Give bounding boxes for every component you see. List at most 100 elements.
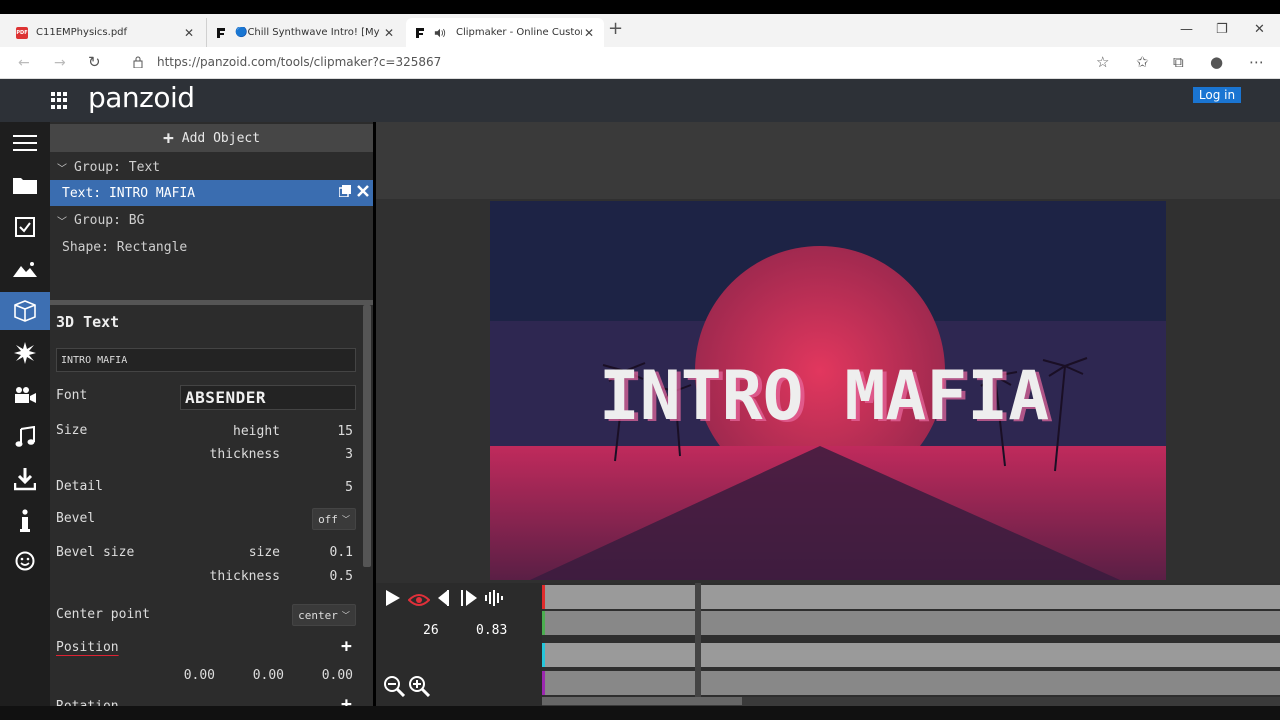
bevel-select[interactable]: off ﹀ [312, 508, 356, 530]
tree-item-shape[interactable]: Shape: Rectangle [50, 234, 373, 260]
checkbox-icon[interactable] [0, 208, 50, 246]
browser-tab-clipmaker[interactable]: Clipmaker - Online Custom ✕ [406, 18, 604, 47]
3d-cube-icon[interactable] [0, 292, 50, 330]
browser-tab-strip: PDF C11EMPhysics.pdf ✕ 🔵Chill Synthwave … [0, 14, 1280, 47]
restore-icon[interactable]: ❐ [1216, 22, 1228, 37]
duplicate-icon[interactable] [338, 185, 351, 201]
bevel-thickness-value[interactable]: 0.5 [303, 569, 353, 584]
track-color-marker [542, 643, 545, 667]
chevron-down-icon[interactable]: ﹀ [50, 213, 74, 228]
forward-icon[interactable]: → [54, 55, 66, 71]
collections-icon[interactable]: ⧉ [1173, 53, 1184, 71]
tree-group-text[interactable]: ﹀ Group: Text [50, 154, 373, 180]
panzoid-icon [215, 27, 227, 39]
minimize-icon[interactable]: — [1180, 22, 1193, 37]
detail-label: Detail [56, 479, 103, 494]
frame-counter[interactable]: 26 [423, 623, 439, 638]
panzoid-logo[interactable]: panzoid [88, 81, 195, 114]
time-counter[interactable]: 0.83 [476, 623, 507, 638]
height-label: height [233, 424, 280, 439]
bevel-thickness-label: thickness [209, 569, 280, 584]
thickness-label: thickness [209, 447, 280, 462]
tree-label: Text: INTRO MAFIA [62, 185, 196, 201]
timeline-track[interactable] [542, 585, 1280, 609]
preview-canvas[interactable]: INTRO MAFIA INTRO MAFIA [490, 201, 1166, 580]
close-tab-icon[interactable]: ✕ [382, 26, 396, 40]
preview-title-text: INTRO MAFIA [599, 357, 1049, 436]
tree-group-bg[interactable]: ﹀ Group: BG [50, 207, 373, 233]
profile-icon[interactable]: ● [1210, 53, 1223, 71]
center-point-select[interactable]: center ﹀ [292, 604, 356, 626]
tree-item-text[interactable]: Text: INTRO MAFIA [50, 180, 373, 206]
bevel-size-sub-label: size [248, 545, 280, 560]
menu-icon[interactable] [0, 124, 50, 162]
new-tab-icon[interactable]: + [608, 18, 623, 39]
zoom-out-icon[interactable] [383, 675, 406, 702]
font-selector[interactable]: ABSENDER [180, 385, 356, 410]
image-icon[interactable] [0, 250, 50, 288]
position-x-value[interactable]: 0.00 [170, 668, 215, 683]
play-icon[interactable] [385, 589, 401, 612]
apps-grid-icon[interactable] [51, 92, 68, 109]
position-z-value[interactable]: 0.00 [308, 668, 353, 683]
tool-sidebar [0, 122, 50, 720]
browser-tab-pdf[interactable]: PDF C11EMPhysics.pdf ✕ [8, 18, 204, 47]
timeline-track[interactable] [542, 671, 1280, 695]
properties-scroll-thumb[interactable] [363, 305, 371, 567]
music-note-icon[interactable] [0, 418, 50, 456]
chevron-down-icon[interactable]: ﹀ [50, 160, 74, 175]
bevel-size-label: Bevel size [56, 545, 135, 560]
step-forward-icon[interactable] [460, 589, 478, 612]
close-tab-icon[interactable]: ✕ [182, 26, 196, 40]
step-back-icon[interactable] [437, 589, 449, 612]
timeline-track[interactable] [542, 643, 1280, 667]
camera-icon[interactable] [0, 376, 50, 414]
zoom-in-icon[interactable] [408, 675, 431, 702]
plus-icon: + [162, 127, 174, 149]
favorites-icon[interactable]: ✩ [1136, 53, 1149, 71]
back-icon[interactable]: ← [18, 55, 30, 71]
more-menu-icon[interactable]: ⋯ [1249, 53, 1264, 71]
speaker-icon[interactable] [434, 27, 446, 39]
tab-label: Clipmaker - Online Custom [456, 27, 582, 38]
bevel-size-value[interactable]: 0.1 [303, 545, 353, 560]
add-object-button[interactable]: + Add Object [50, 124, 373, 152]
info-icon[interactable] [0, 502, 50, 540]
height-value[interactable]: 15 [303, 424, 353, 439]
timeline-track[interactable] [542, 611, 1280, 635]
app-header: panzoid Log in [0, 79, 1280, 122]
tab-label: 🔵Chill Synthwave Intro! [My Sc [235, 27, 382, 38]
add-position-keyframe-icon[interactable]: + [341, 636, 352, 657]
center-point-label: Center point [56, 607, 150, 622]
center-select-value: center [298, 608, 338, 622]
thickness-value[interactable]: 3 [303, 447, 353, 462]
favorite-star-icon[interactable]: ☆ [1096, 53, 1109, 71]
text-input[interactable]: INTRO MAFIA [56, 348, 356, 372]
waveform-icon[interactable] [484, 589, 504, 612]
bevel-select-value: off [318, 512, 338, 526]
smiley-icon[interactable] [0, 542, 50, 580]
screen-top-edge [0, 0, 1280, 14]
tree-label: Group: Text [74, 159, 161, 175]
bevel-label: Bevel [56, 511, 96, 526]
visibility-eye-icon[interactable] [407, 591, 431, 612]
timeline-playhead[interactable] [695, 583, 701, 697]
folder-icon[interactable] [0, 166, 50, 204]
timeline-controls: 26 0.83 [376, 583, 542, 720]
browser-tab-synthwave[interactable]: 🔵Chill Synthwave Intro! [My Sc ✕ [206, 18, 404, 47]
effects-burst-icon[interactable] [0, 334, 50, 372]
track-color-marker [542, 671, 545, 695]
url-field[interactable]: https://panzoid.com/tools/clipmaker?c=32… [157, 55, 441, 69]
timeline-tracks[interactable] [542, 583, 1280, 720]
close-window-icon[interactable]: ✕ [1254, 22, 1265, 37]
reload-icon[interactable]: ↻ [88, 53, 101, 71]
detail-value[interactable]: 5 [303, 480, 353, 495]
chevron-down-icon: ﹀ [341, 514, 350, 524]
login-button[interactable]: Log in [1193, 87, 1241, 103]
timeline-scroll-thumb[interactable] [542, 697, 742, 705]
download-icon[interactable] [0, 460, 50, 498]
delete-icon[interactable] [357, 185, 369, 201]
close-tab-icon[interactable]: ✕ [582, 26, 596, 40]
position-y-value[interactable]: 0.00 [239, 668, 284, 683]
position-label: Position [56, 640, 119, 655]
